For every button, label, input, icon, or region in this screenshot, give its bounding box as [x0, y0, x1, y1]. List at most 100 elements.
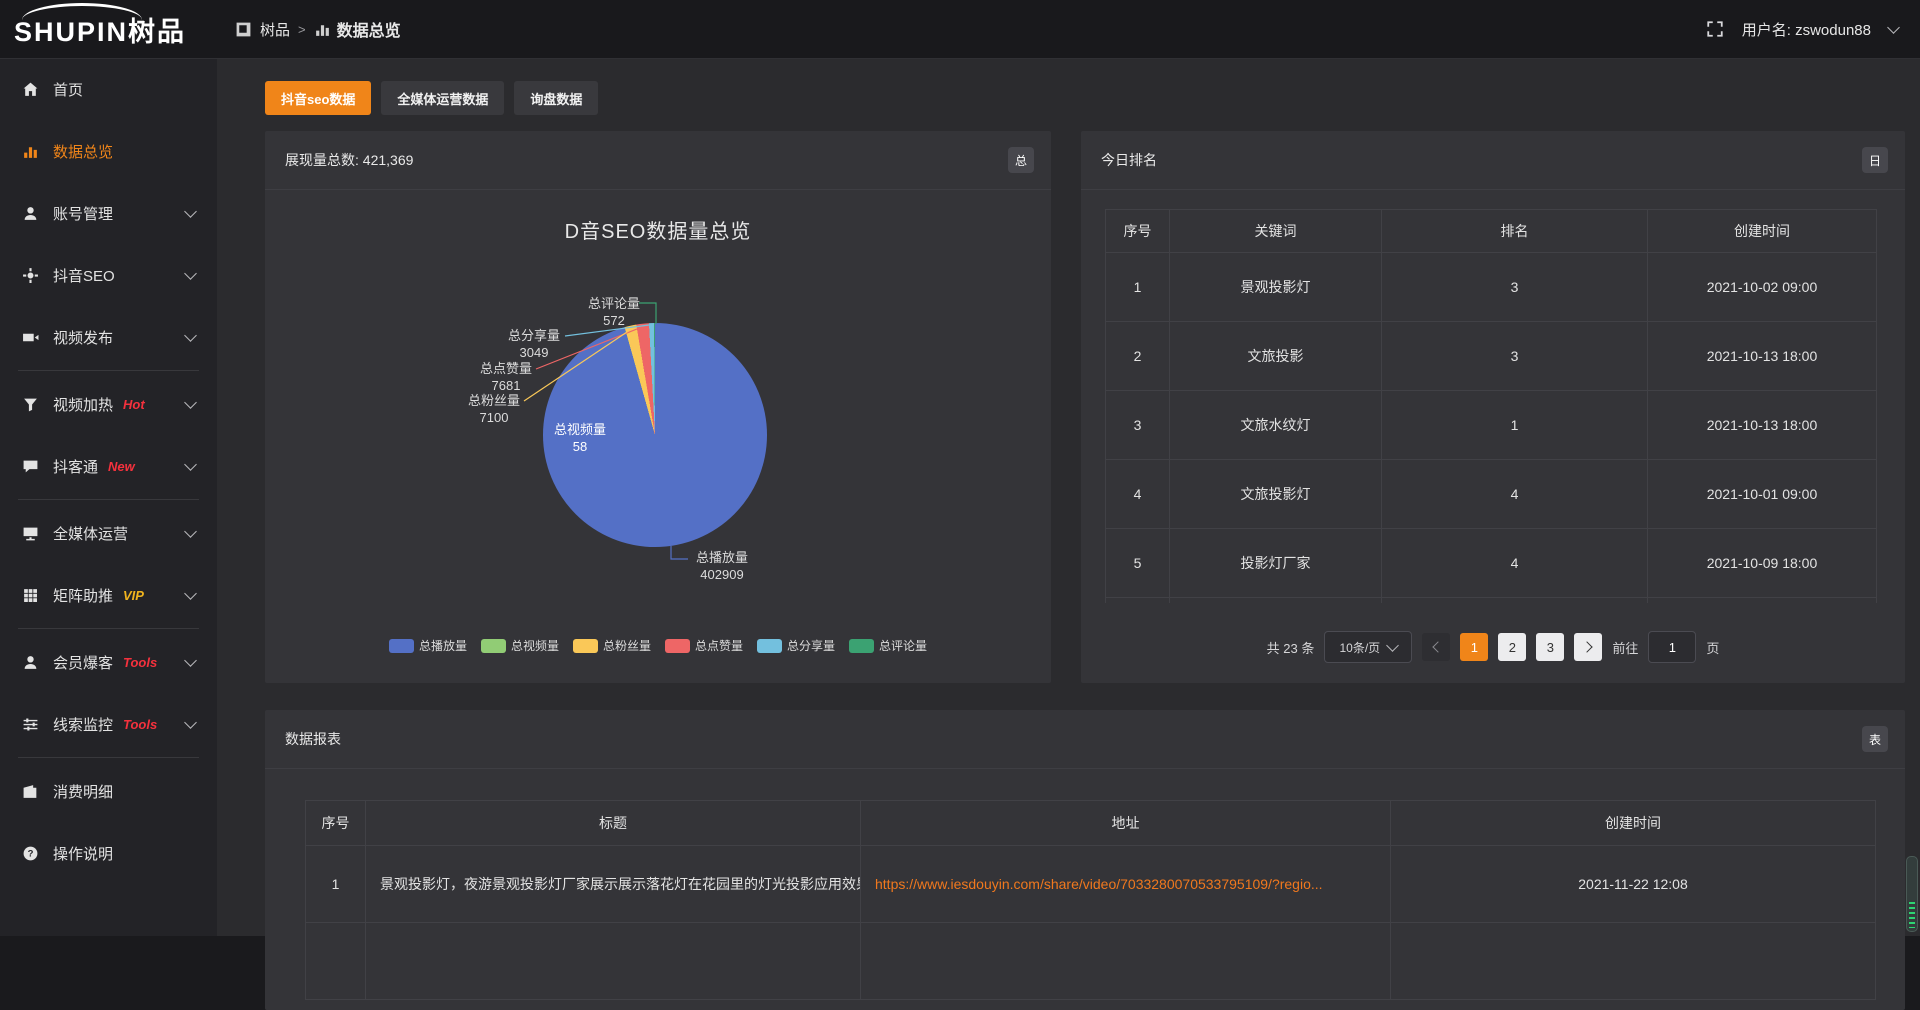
chevron-down-icon: [184, 716, 197, 729]
sidebar-label: 操作说明: [53, 843, 113, 864]
sidebar-item-matrix-boost[interactable]: 矩阵助推 VIP: [0, 564, 217, 626]
fullscreen-icon[interactable]: [1706, 20, 1724, 38]
cell-created: 2021-10-01 09:00: [1648, 460, 1877, 529]
legend-item-shares[interactable]: 总分享量: [757, 637, 835, 654]
cell-index: 2: [1106, 322, 1170, 391]
username-label[interactable]: 用户名: zswodun88: [1742, 19, 1871, 40]
legend-swatch: [665, 639, 690, 653]
cell-rank: 3: [1382, 322, 1648, 391]
cell-created: 2021-10-13 18:00: [1648, 322, 1877, 391]
sidebar-label: 视频发布: [53, 327, 113, 348]
table-row[interactable]: 2 文旅投影 3 2021-10-13 18:00: [1106, 322, 1877, 391]
pie-label-plays: 总播放量 402909: [691, 549, 753, 583]
page-button-1[interactable]: 1: [1460, 633, 1488, 661]
table-row[interactable]: 5 投影灯厂家 4 2021-10-09 18:00: [1106, 529, 1877, 598]
table-row[interactable]: 4 文旅投影灯 4 2021-10-01 09:00: [1106, 460, 1877, 529]
legend-swatch: [849, 639, 874, 653]
chevron-down-icon: [184, 525, 197, 538]
tab-omni-media-data[interactable]: 全媒体运营数据: [381, 81, 504, 115]
sidebar-label: 会员爆客: [53, 652, 113, 673]
pie-label-shares: 总分享量 3049: [505, 327, 563, 361]
sidebar-item-account[interactable]: 账号管理: [0, 182, 217, 244]
user-chevron-down-icon[interactable]: [1887, 21, 1900, 34]
user-icon: [22, 205, 39, 222]
legend-item-fans[interactable]: 总粉丝量: [573, 637, 651, 654]
ranking-panel-header: 今日排名: [1081, 131, 1905, 190]
sidebar-item-member-tools[interactable]: 会员爆客 Tools: [0, 631, 217, 693]
monitor-icon: [22, 525, 39, 542]
table-row[interactable]: 3 文旅水纹灯 1 2021-10-13 18:00: [1106, 391, 1877, 460]
breadcrumb-current: 数据总览: [337, 17, 401, 41]
sidebar-label: 数据总览: [53, 141, 113, 162]
sidebar-item-doketong[interactable]: 抖客通 New: [0, 435, 217, 497]
legend-item-likes[interactable]: 总点赞量: [665, 637, 743, 654]
sidebar-item-lead-monitor[interactable]: 线索监控 Tools: [0, 693, 217, 755]
legend-item-comments[interactable]: 总评论量: [849, 637, 927, 654]
legend-label: 总播放量: [419, 637, 467, 654]
col-index: 序号: [1106, 210, 1170, 253]
col-url: 地址: [861, 801, 1391, 846]
chevron-down-icon: [184, 587, 197, 600]
legend-label: 总粉丝量: [603, 637, 651, 654]
page-size-select[interactable]: 10条/页: [1324, 631, 1412, 663]
pie-legend: 总播放量 总视频量 总粉丝量 总点赞量 总分享量 总评论量: [265, 637, 1051, 654]
member-icon: [22, 654, 39, 671]
sidebar-divider: [18, 757, 199, 758]
table-header-row: 序号 标题 地址 创建时间: [306, 801, 1876, 846]
legend-swatch: [389, 639, 414, 653]
total-view-button[interactable]: 总: [1008, 147, 1034, 173]
legend-item-videos[interactable]: 总视频量: [481, 637, 559, 654]
pie-label-likes: 总点赞量 7681: [477, 360, 535, 394]
sidebar-item-help[interactable]: ? 操作说明: [0, 822, 217, 884]
scrollbar-thumb[interactable]: [1906, 856, 1918, 932]
pie-label-value: 3049: [505, 344, 563, 361]
chevron-down-icon: [1386, 639, 1399, 652]
today-ranking-panel: 今日排名 日 序号 关键词 排名 创建时间 1 景观投影灯 3 2021-10-…: [1081, 131, 1905, 683]
sidebar-label: 矩阵助推: [53, 585, 113, 606]
sidebar-label: 抖音SEO: [53, 265, 115, 286]
breadcrumb-current-wrap[interactable]: 数据总览: [314, 17, 401, 41]
tools-badge: Tools: [123, 717, 157, 732]
sliders-icon: [22, 716, 39, 733]
pie-label-value: 402909: [691, 566, 753, 583]
chevron-down-icon: [184, 329, 197, 342]
col-keyword: 关键词: [1170, 210, 1382, 253]
breadcrumb-root[interactable]: 树品: [260, 19, 290, 40]
video-link[interactable]: https://www.iesdouyin.com/share/video/70…: [875, 876, 1323, 892]
sidebar-item-data-overview[interactable]: 数据总览: [0, 120, 217, 182]
cell-created: 2021-11-22 12:08: [1391, 846, 1876, 923]
chevron-right-icon: [1581, 641, 1592, 652]
table-row[interactable]: 1 景观投影灯，夜游景观投影灯厂家展示展示落花灯在花园里的灯光投影应用效果 # …: [306, 846, 1876, 923]
cell-created: 2021-10-13 18:00: [1648, 391, 1877, 460]
next-page-button[interactable]: [1574, 633, 1602, 661]
cell-keyword: 文旅投影灯: [1170, 460, 1382, 529]
table-view-button[interactable]: 表: [1862, 726, 1888, 752]
legend-label: 总评论量: [879, 637, 927, 654]
table-row-clipped: [306, 923, 1876, 1000]
sidebar-item-consumption[interactable]: 消费明细: [0, 760, 217, 822]
day-view-button[interactable]: 日: [1862, 147, 1888, 173]
col-created: 创建时间: [1648, 210, 1877, 253]
cell-index: 1: [1106, 253, 1170, 322]
page-button-3[interactable]: 3: [1536, 633, 1564, 661]
chevron-down-icon: [184, 205, 197, 218]
table-row[interactable]: 1 景观投影灯 3 2021-10-02 09:00: [1106, 253, 1877, 322]
sidebar-item-home[interactable]: 首页: [0, 58, 217, 120]
pie-label-name: 总视频量: [551, 421, 609, 438]
report-panel-title: 数据报表: [285, 729, 341, 749]
page-button-2[interactable]: 2: [1498, 633, 1526, 661]
sidebar-item-omni-media[interactable]: 全媒体运营: [0, 502, 217, 564]
sidebar-item-video-publish[interactable]: 视频发布: [0, 306, 217, 368]
tab-douyin-seo-data[interactable]: 抖音seo数据: [265, 81, 371, 115]
tab-inquiry-data[interactable]: 询盘数据: [514, 81, 598, 115]
sidebar-item-video-heat[interactable]: 视频加热 Hot: [0, 373, 217, 435]
goto-page-input[interactable]: [1648, 631, 1696, 663]
legend-item-plays[interactable]: 总播放量: [389, 637, 467, 654]
col-rank: 排名: [1382, 210, 1648, 253]
gear-icon: [22, 267, 39, 284]
legend-label: 总点赞量: [695, 637, 743, 654]
cell-index: 1: [306, 846, 366, 923]
data-report-panel: 数据报表 表 序号 标题 地址 创建时间 1 景观投影灯，夜游景观投影灯厂家展示…: [265, 710, 1905, 1010]
sidebar-item-douyin-seo[interactable]: 抖音SEO: [0, 244, 217, 306]
prev-page-button[interactable]: [1422, 633, 1450, 661]
